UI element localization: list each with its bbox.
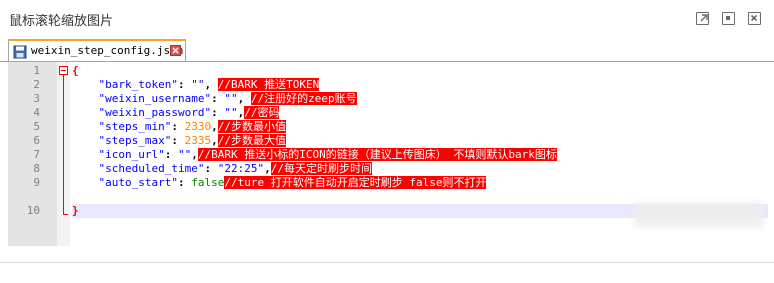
code-line: "bark_token": "", //BARK 推送TOKEN (72, 78, 320, 92)
tab-strip: weixin_step_config.json (0, 39, 774, 61)
comment: //注册好的zeep账号 (250, 92, 357, 105)
trailing-comma: , (211, 120, 218, 133)
line-number: 1 (33, 64, 40, 77)
line-number: 6 (33, 134, 40, 147)
separator: : (177, 78, 192, 91)
code-line: "icon_url": "",//BARK 推送小标的ICON的链接（建议上传图… (72, 148, 557, 162)
line-number: 9 (33, 176, 40, 189)
json-value: "" (191, 78, 205, 91)
json-key: "steps_min" (98, 120, 172, 133)
json-key: "bark_token" (98, 78, 178, 91)
code-line: "steps_max": 2335,//步数最大值 (72, 134, 286, 148)
comment: //步数最大值 (217, 134, 286, 147)
close-icon[interactable] (748, 12, 761, 25)
code-line: } (72, 204, 79, 218)
line-number: 4 (33, 106, 40, 119)
fold-margin (57, 62, 70, 246)
redacted-region (634, 202, 764, 228)
json-key: "auto_start" (98, 176, 178, 189)
window-title: 鼠标滚轮缩放图片 (9, 14, 114, 29)
json-key: "weixin_username" (98, 92, 212, 105)
tab-label: weixin_step_config.json (31, 44, 184, 57)
trailing-comma: , (204, 78, 218, 91)
comment: //BARK 推送TOKEN (217, 78, 320, 91)
code-line: "auto_start": false//ture 打开软件自动开启定时刷步 f… (72, 176, 487, 190)
json-key: "scheduled_time" (98, 162, 205, 175)
window-title-bar: 鼠标滚轮缩放图片 (0, 0, 774, 38)
json-key: "weixin_password" (98, 106, 212, 119)
panel-bottom-border (0, 262, 774, 263)
trailing-comma: , (237, 92, 251, 105)
separator: : (171, 134, 185, 147)
code-line: { (72, 64, 79, 78)
trailing-comma: , (264, 162, 271, 175)
comment: //每天定时刷步时间 (270, 162, 372, 175)
separator: : (171, 120, 185, 133)
json-value: "" (224, 92, 238, 105)
json-value: 2335 (184, 134, 212, 147)
comment: //ture 打开软件自动开启定时刷步 false则不打开 (224, 176, 487, 189)
code-line: "scheduled_time": "22:25",//每天定时刷步时间 (72, 162, 372, 176)
popout-icon[interactable] (696, 12, 709, 25)
json-value: "22:25" (217, 162, 265, 175)
comment: //BARK 推送小标的ICON的链接（建议上传图床） 不填则默认bark图标 (197, 148, 557, 161)
line-number: 7 (33, 148, 40, 161)
json-value: "" (224, 106, 238, 119)
line-number: 8 (33, 162, 40, 175)
comment: //密码 (244, 106, 280, 119)
json-value: false (191, 176, 225, 189)
separator: : (164, 148, 178, 161)
separator: : (211, 106, 225, 119)
close-brace: } (72, 204, 79, 217)
comment: //步数最小值 (217, 120, 286, 133)
tab-weixin-step-config[interactable]: weixin_step_config.json (8, 39, 186, 61)
separator: : (204, 162, 218, 175)
line-number: 3 (33, 92, 40, 105)
trailing-comma: , (191, 148, 198, 161)
restore-icon[interactable] (722, 12, 735, 25)
separator: : (177, 176, 192, 189)
json-key: "steps_max" (98, 134, 172, 147)
trailing-comma: , (211, 134, 218, 147)
line-number: 5 (33, 120, 40, 133)
code-line: "weixin_username": "", //注册好的zeep账号 (72, 92, 357, 106)
fold-guide-line (63, 75, 64, 215)
json-key: "icon_url" (98, 148, 165, 161)
json-value: 2330 (184, 120, 212, 133)
line-number-gutter: 1 2 3 4 5 6 7 8 9 10 (8, 62, 70, 246)
code-editor[interactable]: 1 2 3 4 5 6 7 8 9 10 { "bark_token": "",… (8, 62, 768, 246)
tab-close-icon[interactable] (170, 45, 181, 56)
line-number: 2 (33, 78, 40, 91)
code-line: "steps_min": 2330,//步数最小值 (72, 120, 286, 134)
line-number: 10 (26, 204, 40, 217)
open-brace: { (72, 64, 79, 77)
fold-end-marker (63, 214, 68, 215)
separator: : (211, 92, 225, 105)
fold-toggle-icon[interactable] (59, 66, 68, 75)
json-value: "" (177, 148, 192, 161)
code-line: "weixin_password": "",//密码 (72, 106, 280, 120)
